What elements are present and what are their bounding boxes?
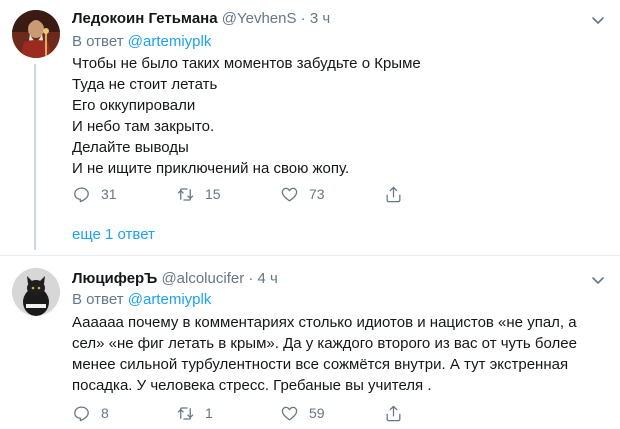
- reply-button[interactable]: 8: [72, 404, 176, 423]
- tweet-text-line: Аааааа почему в комментариях столько иди…: [72, 314, 577, 331]
- show-replies-link[interactable]: еще 1 ответ: [72, 226, 155, 243]
- reply-prefix: В ответ: [72, 291, 124, 308]
- tweet-header: Ледокоин Гетьмана @YevhenS · 3 ч: [72, 9, 330, 29]
- tweet-text-line: И небо там закрыто.: [72, 118, 215, 135]
- separator-dot: ·: [248, 270, 254, 287]
- tweet-header: ЛюциферЪ @alcolucifer · 4 ч: [72, 269, 278, 289]
- tweet-text-line: Его оккупировали: [72, 97, 196, 114]
- heart-icon: [281, 187, 298, 201]
- chevron-down-icon[interactable]: [590, 12, 606, 28]
- author-handle[interactable]: @alcolucifer: [161, 270, 244, 287]
- separator-dot: ·: [300, 10, 306, 27]
- tweet-text-line: сел» «не фиг летать в крым». Да у каждог…: [72, 335, 577, 352]
- reply-context: В ответ @artemiyplk: [72, 290, 211, 310]
- retweet-count: 1: [205, 405, 213, 421]
- share-icon: [386, 186, 401, 202]
- reply-count: 31: [101, 186, 117, 202]
- reply-to-link[interactable]: @artemiyplk: [128, 33, 212, 50]
- author-name[interactable]: ЛюциферЪ: [72, 270, 157, 287]
- share-icon: [386, 405, 401, 421]
- share-button[interactable]: [384, 185, 488, 204]
- reply-count: 8: [101, 405, 109, 421]
- tweet-text-line: менее сильной турбулентности все сожмётс…: [72, 356, 569, 373]
- share-button[interactable]: [384, 404, 488, 423]
- timestamp[interactable]: 4 ч: [258, 270, 278, 287]
- reply-icon: [74, 406, 89, 421]
- like-count: 73: [309, 186, 325, 202]
- tweet-text-line: посадка. У человека стресс. Гребаные вы …: [72, 377, 432, 394]
- reply-to-link[interactable]: @artemiyplk: [128, 291, 212, 308]
- retweet-icon: [177, 406, 194, 420]
- tweet-text: Аааааа почему в комментариях столько иди…: [72, 312, 602, 396]
- retweet-button[interactable]: 15: [176, 185, 280, 204]
- retweet-icon: [177, 187, 194, 201]
- tweet-actions: 8 1 59: [72, 401, 488, 425]
- avatar[interactable]: [12, 10, 60, 58]
- tweet-text-line: И не ищите приключений на свою жопу.: [72, 160, 350, 177]
- like-button[interactable]: 59: [280, 404, 384, 423]
- tweet[interactable]: Ледокоин Гетьмана @YevhenS · 3 ч В ответ…: [0, 0, 620, 262]
- reply-icon: [74, 187, 89, 202]
- like-count: 59: [309, 405, 325, 421]
- timestamp[interactable]: 3 ч: [310, 10, 330, 27]
- tweet-actions: 31 15 73: [72, 182, 488, 206]
- tweet-text-line: Туда не стоит летать: [72, 76, 218, 93]
- tweet-text-line: Чтобы не было таких моментов забудьте о …: [72, 55, 421, 72]
- retweet-button[interactable]: 1: [176, 404, 280, 423]
- tweet-text: Чтобы не было таких моментов забудьте о …: [72, 53, 602, 179]
- retweet-count: 15: [205, 186, 221, 202]
- divider: [0, 255, 620, 256]
- tweet-text-line: Делайте выводы: [72, 139, 189, 156]
- author-name[interactable]: Ледокоин Гетьмана: [72, 10, 218, 27]
- reply-context: В ответ @artemiyplk: [72, 32, 211, 52]
- chevron-down-icon[interactable]: [590, 272, 606, 288]
- avatar[interactable]: [12, 268, 60, 316]
- tweet[interactable]: ЛюциферЪ @alcolucifer · 4 ч В ответ @art…: [0, 262, 620, 429]
- reply-button[interactable]: 31: [72, 185, 176, 204]
- author-handle[interactable]: @YevhenS: [222, 10, 297, 27]
- thread-more-dots: [30, 222, 40, 246]
- reply-prefix: В ответ: [72, 33, 124, 50]
- like-button[interactable]: 73: [280, 185, 384, 204]
- heart-icon: [281, 406, 298, 420]
